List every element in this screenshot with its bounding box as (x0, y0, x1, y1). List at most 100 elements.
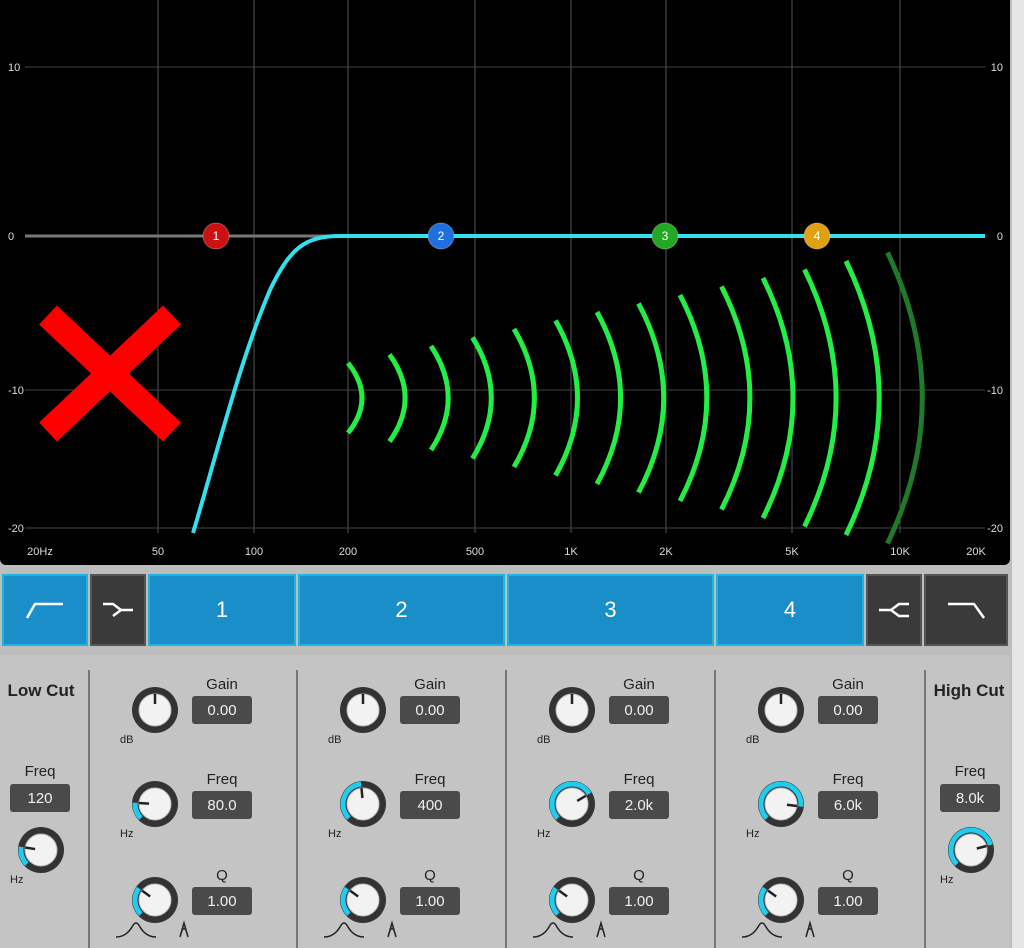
band-3-freq-knob[interactable] (547, 779, 597, 829)
y-tick-left: -20 (8, 523, 24, 535)
band-4-freq-value[interactable]: 6.0k (818, 791, 878, 819)
wave-arc (594, 310, 624, 486)
tab-band-3-label: 3 (604, 597, 617, 622)
divider (714, 670, 716, 948)
band-4-q-label: Q (842, 867, 854, 884)
band-3-gain-knob[interactable] (547, 685, 597, 735)
eq-graph[interactable]: 10 10 0 0 -10 -10 -20 -20 20Hz 50 100 200 500 1K 2K 5K 1… (0, 0, 1010, 565)
y-tick-right: -10 (987, 385, 1003, 397)
band-4-gain-knob[interactable] (756, 685, 806, 735)
x-tick-label: 50 (152, 546, 164, 558)
band-2-freq-label: Freq (414, 771, 446, 788)
knob-dial (549, 687, 595, 733)
band-3-freq-value[interactable]: 2.0k (609, 791, 669, 819)
eq-node-3[interactable]: 3 (651, 222, 679, 250)
band-2-q-label: Q (424, 867, 436, 884)
band-2-gain-knob[interactable] (338, 685, 388, 735)
band-3-q-value[interactable]: 1.00 (609, 887, 669, 915)
band-2-q-value[interactable]: 1.00 (400, 887, 460, 915)
x-tick-label: 500 (466, 546, 484, 558)
eq-graph-svg[interactable]: 10 100 0-10 -10-20 -2020Hz 50 100 200 500 1K 2K 5K 1… (0, 0, 1010, 565)
band-1-q-label: Q (216, 867, 228, 884)
knob-dial (132, 687, 178, 733)
low-cut-tab[interactable] (2, 574, 88, 646)
low-shelf-tab[interactable] (90, 574, 146, 646)
eq-node-1[interactable]: 1 (202, 222, 230, 250)
q-shape-icon (323, 920, 397, 938)
wave-arc (553, 319, 580, 477)
band-1-freq-knob[interactable] (130, 779, 180, 829)
wave-arc (428, 344, 451, 452)
eq-node-label: 2 (438, 229, 445, 243)
band-1-freq-label: Freq (206, 771, 238, 788)
low-cut-freq-label: Freq (24, 763, 56, 780)
x-tick-label: 2K (659, 546, 673, 558)
band-4-freq-knob[interactable] (756, 779, 806, 829)
y-tick-right: 10 (991, 62, 1003, 74)
band-1-q-value[interactable]: 1.00 (192, 887, 252, 915)
wave-arc (677, 293, 710, 503)
disabled-icon (39, 305, 181, 442)
low-cut-icon (25, 602, 63, 619)
band-3-gain-value[interactable]: 0.00 (609, 696, 669, 724)
band-4-gain-value[interactable]: 0.00 (818, 696, 878, 724)
tab-band-2[interactable]: 2 (298, 574, 505, 646)
band-3-gain-unit: dB (537, 734, 551, 746)
q-shape-icon (741, 920, 815, 938)
band-4-gain-label: Gain (832, 676, 864, 693)
wave-arc (760, 276, 796, 520)
x-tick-label: 20K (966, 546, 986, 558)
knob-dial (18, 827, 64, 873)
high-cut-unit: Hz (940, 874, 954, 886)
band-2-gain-unit: dB (328, 734, 342, 746)
band-tab-bar: 1 2 3 4 (0, 572, 1010, 650)
high-cut-freq-label: Freq (954, 763, 986, 780)
band-1-gain-label: Gain (206, 676, 238, 693)
high-cut-freq-value[interactable]: 8.0k (940, 784, 1000, 812)
knob-dial (549, 781, 595, 827)
eq-node-2[interactable]: 2 (427, 222, 455, 250)
divider (88, 670, 90, 948)
high-cut-icon (948, 602, 986, 619)
low-cut-unit: Hz (10, 874, 24, 886)
high-cut-freq-knob[interactable] (946, 825, 996, 875)
divider (296, 670, 298, 948)
band-1-gain-unit: dB (120, 734, 134, 746)
low-cut-freq-value[interactable]: 120 (10, 784, 70, 812)
band-2-freq-knob[interactable] (338, 779, 388, 829)
eq-node-label: 1 (213, 229, 220, 243)
x-tick-label: 100 (245, 546, 263, 558)
tab-band-1[interactable]: 1 (148, 574, 296, 646)
band-1-gain-value[interactable]: 0.00 (192, 696, 252, 724)
sound-waves (346, 251, 925, 545)
y-tick-left: 10 (8, 62, 20, 74)
band-2-freq-value[interactable]: 400 (400, 791, 460, 819)
high-shelf-tab[interactable] (866, 574, 922, 646)
band-1-freq-unit: Hz (120, 828, 134, 840)
wave-arc (802, 268, 839, 528)
eq-node-label: 3 (662, 229, 669, 243)
y-tick-left: -10 (8, 385, 24, 397)
eq-node-4[interactable]: 4 (803, 222, 831, 250)
wave-arc (885, 251, 925, 545)
tab-band-3[interactable]: 3 (507, 574, 714, 646)
wave-arc (387, 353, 408, 443)
band-4-q-value[interactable]: 1.00 (818, 887, 878, 915)
high-cut-title: High Cut (933, 681, 1005, 700)
band-1-freq-value[interactable]: 80.0 (192, 791, 252, 819)
band-2-gain-value[interactable]: 0.00 (400, 696, 460, 724)
low-cut-freq-knob[interactable] (16, 825, 66, 875)
x-tick-label: 1K (564, 546, 578, 558)
x-tick-label: 5K (785, 546, 799, 558)
wave-arc (843, 259, 882, 537)
band-1-gain-knob[interactable] (130, 685, 180, 735)
knob-dial (132, 781, 178, 827)
wave-arc (511, 327, 537, 469)
wave-arc (346, 361, 365, 435)
tab-band-2-label: 2 (395, 597, 408, 622)
tab-band-4[interactable]: 4 (716, 574, 864, 646)
high-cut-tab[interactable] (924, 574, 1008, 646)
y-tick-right: 0 (997, 231, 1003, 243)
knob-dial (340, 781, 386, 827)
low-cut-title: Low Cut (7, 681, 75, 700)
